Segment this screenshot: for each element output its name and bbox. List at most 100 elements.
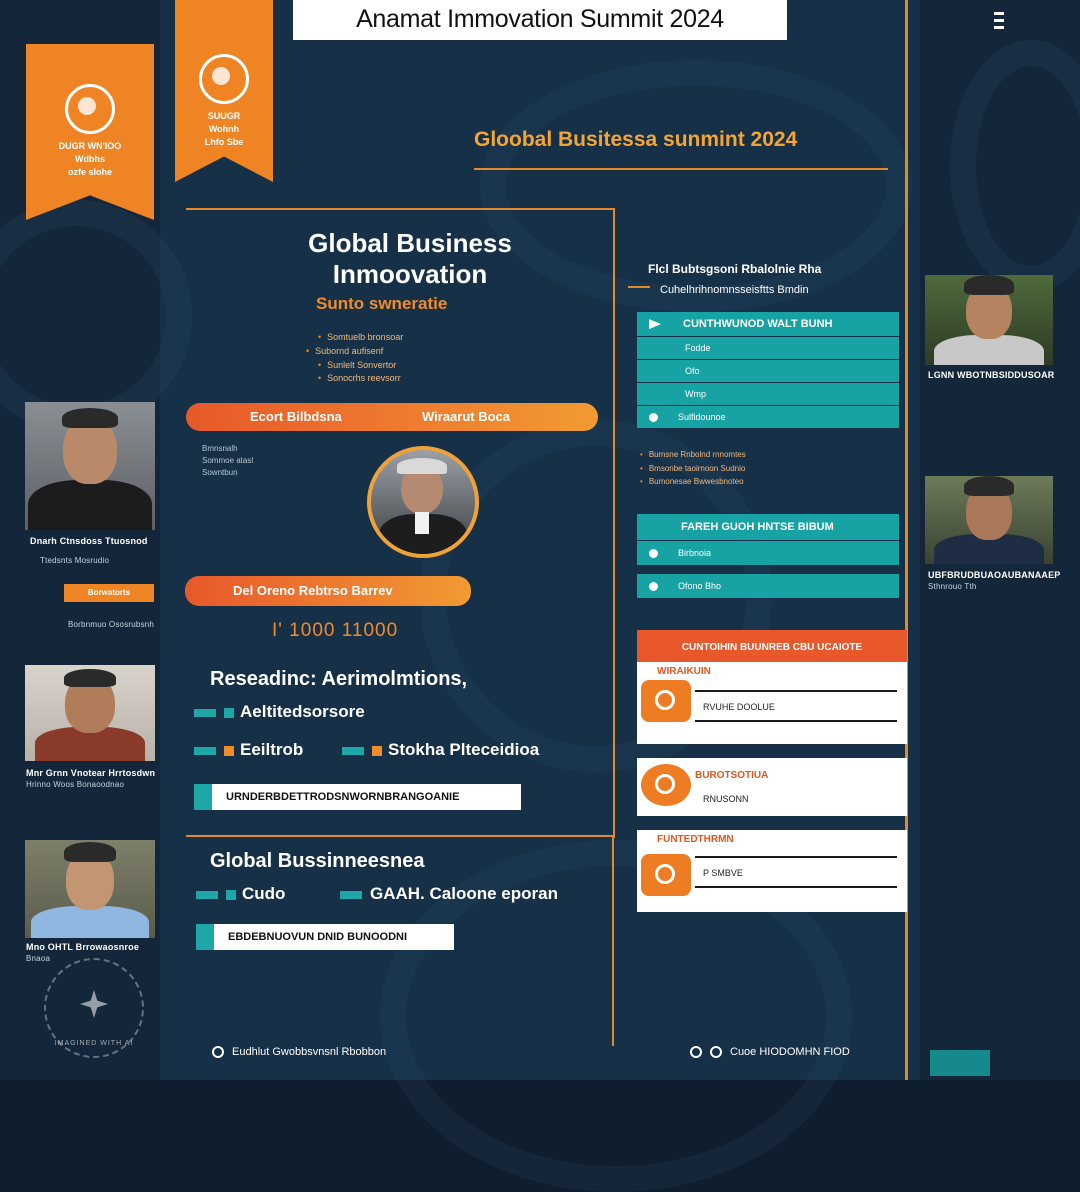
agenda-row[interactable]: Ofo bbox=[637, 360, 899, 382]
section2-heading: Global Bussinneesnea bbox=[210, 850, 425, 872]
main-title-line: Global Business bbox=[308, 228, 512, 258]
footer-label: Cuoe HIODOMHN FIOD bbox=[730, 1046, 850, 1058]
tag-dash bbox=[340, 890, 362, 899]
card-text: P SMBVE bbox=[703, 868, 743, 878]
location-icon bbox=[212, 1046, 224, 1059]
ribbon-line: Wdbhs bbox=[75, 154, 105, 164]
topic-tag[interactable]: GAAH. Caloone eporan bbox=[340, 884, 558, 904]
agenda-row[interactable]: Wmp bbox=[637, 383, 899, 405]
main-tagline: Sunto swneratie bbox=[316, 294, 448, 313]
speaker-pill-button[interactable]: Ecort Bilbdsna Wiraarut Boca bbox=[186, 403, 598, 431]
tag-label: Stokha Plteceidioa bbox=[388, 740, 540, 759]
speaker-name: UBFBRUDBUAOAUBANAAEP bbox=[928, 570, 1061, 580]
sponsor-card[interactable]: BUROTSOTIUA RNUSONN bbox=[637, 758, 907, 816]
cta-stripe bbox=[196, 924, 214, 950]
topic-tag[interactable]: Eeiltrob bbox=[194, 740, 303, 760]
card-text: RVUHE DOOLUE bbox=[703, 702, 775, 712]
bullet-item: Sonocrhs reevsorr bbox=[318, 373, 401, 383]
bullet-item: Bumsne Rnbolnd rnnomtes bbox=[640, 450, 746, 459]
speaker-title: Hrinno Woos Bonaoodnao bbox=[26, 780, 125, 789]
speaker-title: Sthnrouo Tth bbox=[928, 582, 977, 591]
clock-icon bbox=[649, 413, 658, 423]
sponsor-card[interactable]: WIRAIKUIN RVUHE DOOLUE bbox=[637, 662, 907, 744]
bullet-item: Bumonesae Bwwesbnoteo bbox=[640, 477, 744, 486]
agenda-row[interactable]: Sulfidounoe bbox=[637, 406, 899, 428]
top-ribbon-banner: SUUGR Wohnh Lhfo Sbe bbox=[175, 0, 273, 182]
tag-square bbox=[224, 707, 234, 718]
main-title-line: Inmoovation bbox=[332, 259, 488, 289]
intro-rule bbox=[628, 286, 650, 288]
card-title: FUNTEDTHRMN bbox=[657, 834, 734, 845]
cta-label: URNDERBDETTRODSNWORNBRANGOANIE bbox=[226, 791, 460, 803]
tag-label: GAAH. Caloone eporan bbox=[370, 884, 558, 903]
card-title: BUROTSOTIUA bbox=[695, 770, 769, 781]
ribbon-line: Lhfo Sbe bbox=[204, 137, 244, 147]
speaker-name: LGNN WBOTNBSIDDUSOAR bbox=[928, 370, 1055, 380]
award-badge-icon bbox=[641, 854, 691, 896]
agenda-row[interactable]: Fodde bbox=[637, 337, 899, 359]
tag-square bbox=[226, 889, 236, 900]
subtitle-underline bbox=[474, 168, 888, 170]
speaker-name: Mno OHTL Brrowaosnroe bbox=[26, 942, 140, 952]
sponsors-header: CUNTOIHIN BUUNREB CBU UCAIOTE bbox=[637, 630, 907, 662]
pill-left-label: Ecort Bilbdsna bbox=[250, 409, 342, 424]
research-heading: Reseadinc: Aerimolmtions, bbox=[210, 668, 468, 690]
speaker-name: Dnarh Ctnsdoss Ttuosnod bbox=[30, 536, 148, 546]
speaker-extra: Borbnmuo Ososrubsnh bbox=[68, 620, 155, 629]
info-line: Sowntbun bbox=[202, 468, 238, 477]
card-rule bbox=[695, 856, 897, 858]
pill-label: Del Oreno Rebtrso Barrev bbox=[233, 583, 393, 598]
card-title: WIRAIKUIN bbox=[657, 666, 711, 677]
info-line: Sommoe atasl bbox=[202, 456, 254, 465]
session-row[interactable]: Ofono Bho bbox=[637, 574, 899, 598]
play-icon bbox=[649, 319, 661, 330]
tag-dash bbox=[342, 746, 364, 755]
section-divider bbox=[186, 835, 613, 837]
topic-tag[interactable]: Stokha Plteceidioa bbox=[342, 740, 539, 760]
globe-logo-icon bbox=[199, 54, 249, 104]
tag-label: Eeiltrob bbox=[240, 740, 304, 759]
left-ribbon-banner: DUGR WN'IOO Wdbhs ozfe slohe bbox=[26, 44, 154, 220]
footer-contact-left[interactable]: Eudhlut Gwobbsvnsnl Rbobbon bbox=[212, 1046, 387, 1059]
card-rule bbox=[695, 690, 897, 692]
bullet-item: Bmsonbe taoirnoon Sudnio bbox=[640, 464, 746, 473]
agenda-table-header: CUNTHWUNOD WALT BUNH bbox=[637, 312, 899, 336]
intro-line: Flcl Bubtsgsoni Rbalolnie Rha bbox=[648, 262, 822, 276]
tag-square bbox=[224, 745, 234, 756]
agenda-row-label: Sulfidounoe bbox=[678, 412, 726, 422]
card-text: RNUSONN bbox=[703, 794, 749, 804]
right-divider-line bbox=[905, 0, 908, 1080]
speaker-tag-button[interactable]: Borwatorts bbox=[64, 584, 154, 602]
info-line: Bmnsnalh bbox=[202, 444, 238, 453]
menu-icon[interactable] bbox=[994, 12, 1004, 36]
tag-dash bbox=[196, 890, 218, 899]
tag-label: Aeltitedsorsore bbox=[240, 702, 365, 721]
tag-label: Cudo bbox=[242, 884, 286, 903]
keynote-name-pill-button[interactable]: Del Oreno Rebtrso Barrev bbox=[185, 576, 471, 606]
ribbon-line: SUUGR bbox=[207, 111, 241, 121]
speaker-title: Ttedsnts Mosrudio bbox=[40, 556, 110, 565]
bullet-item: Sunlelt Sonvertor bbox=[318, 360, 396, 370]
card-rule bbox=[695, 886, 897, 888]
footer-contact-right[interactable]: Cuoe HIODOMHN FIOD bbox=[690, 1046, 850, 1059]
target-badge-icon bbox=[641, 764, 691, 806]
learn-more-cta-bar[interactable]: EBDEBNUOVUN DNID BUNOODNI bbox=[196, 924, 454, 950]
topic-tag[interactable]: Cudo bbox=[196, 884, 285, 904]
sponsor-card[interactable]: FUNTEDTHRMN P SMBVE bbox=[637, 830, 907, 912]
register-cta-bar[interactable]: URNDERBDETTRODSNWORNBRANGOANIE bbox=[194, 784, 521, 810]
footer-logo-badge bbox=[930, 1050, 990, 1076]
help-badge-icon bbox=[641, 680, 691, 722]
session-row[interactable]: Birbnoia bbox=[637, 541, 899, 565]
location-icon bbox=[649, 549, 658, 559]
page-title: Anamat Immovation Summit 2024 bbox=[293, 0, 787, 40]
speaker-photo bbox=[25, 840, 155, 938]
watermark-text: IMAGINED WITH AI bbox=[54, 1040, 134, 1047]
summit-subtitle: Gloobal Busitessa sunmint 2024 bbox=[474, 128, 798, 151]
topic-tag[interactable]: Aeltitedsorsore bbox=[194, 702, 365, 722]
phone-icon bbox=[690, 1046, 702, 1059]
globe-icon bbox=[710, 1046, 722, 1059]
footer-label: Eudhlut Gwobbsvnsnl Rbobbon bbox=[232, 1046, 387, 1058]
session-row-label: Ofono Bho bbox=[678, 581, 722, 591]
sessions-table-header: FAREH GUOH HNTSE BIBUM bbox=[637, 514, 899, 540]
panel-edge-line bbox=[612, 836, 614, 1046]
